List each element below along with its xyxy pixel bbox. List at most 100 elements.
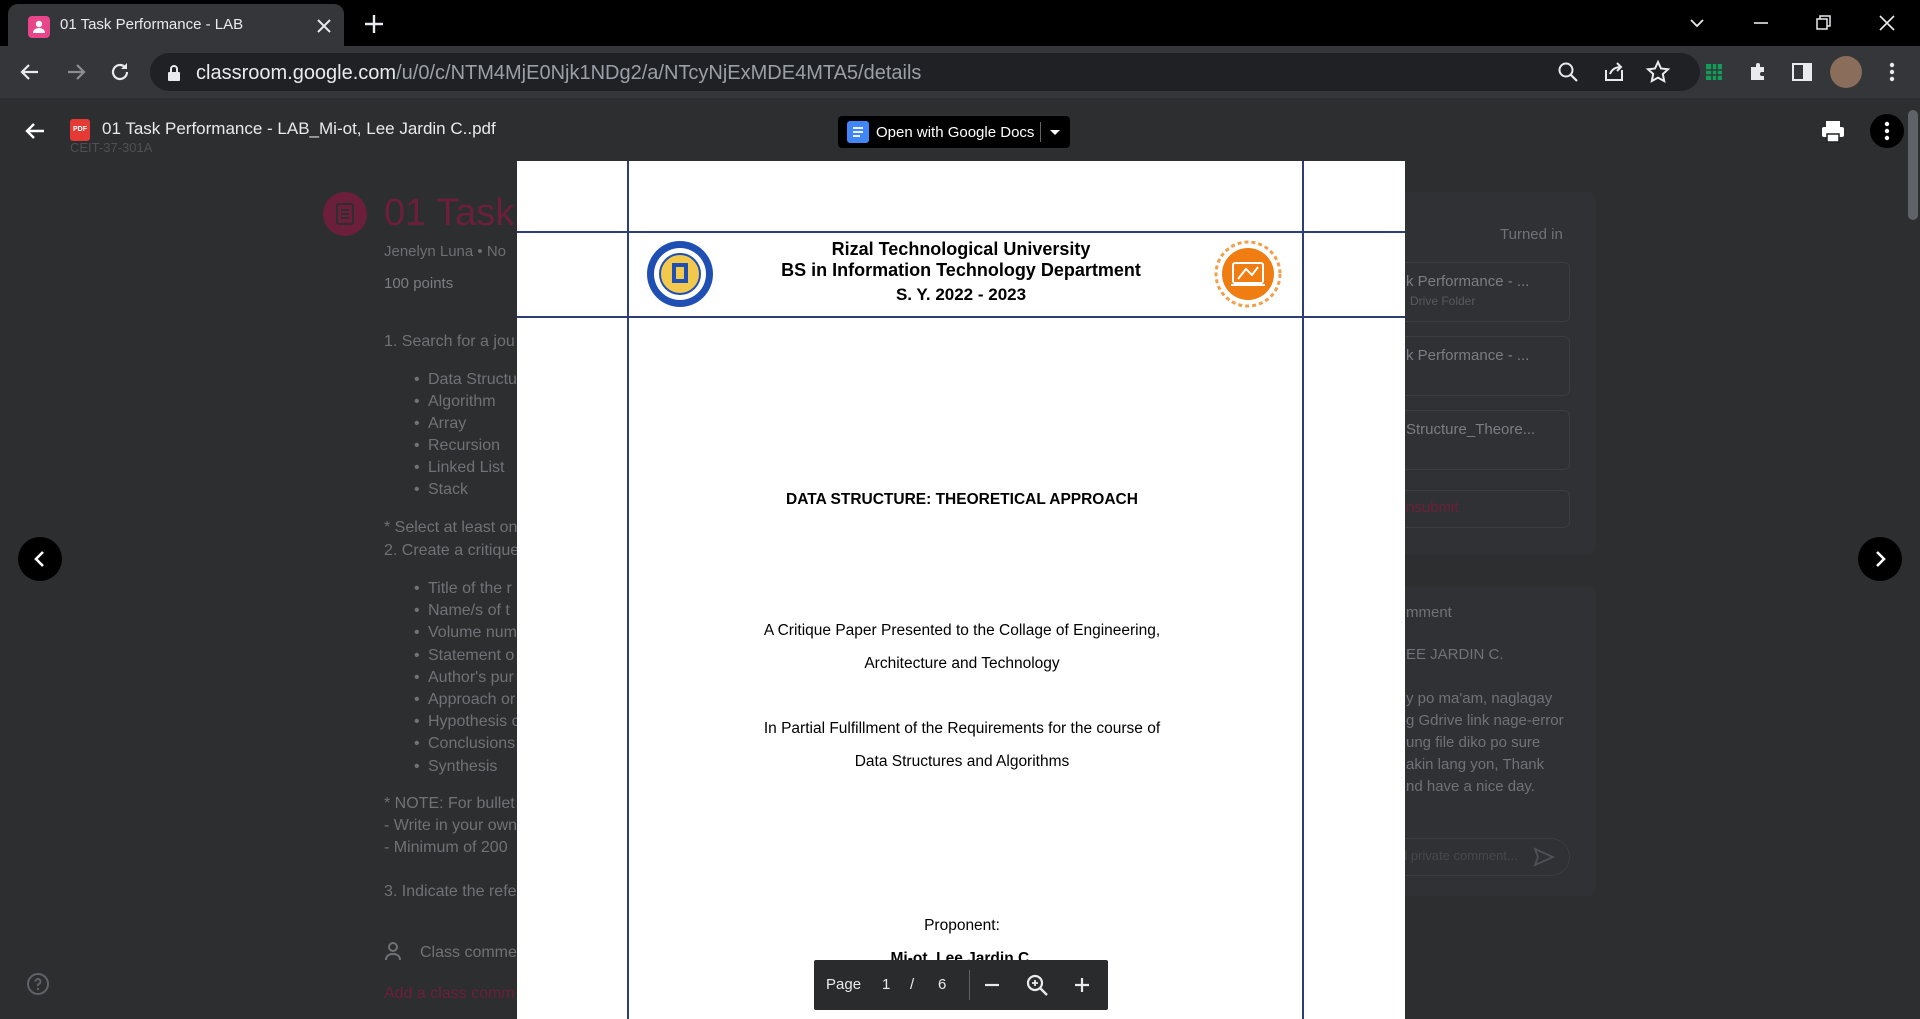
open-with-button[interactable]: Open with Google Docs (838, 116, 1070, 148)
note-min: - Minimum of 200 (384, 839, 508, 856)
next-file-button[interactable] (1858, 537, 1902, 581)
forward-icon[interactable] (62, 58, 90, 86)
instruction-2: 2. Create a critique (384, 542, 520, 559)
topic-list-item: Recursion (384, 437, 500, 455)
instruction-1: 1. Search for a jou (384, 333, 515, 350)
private-comment-placeholder: d private comment... (1400, 848, 1518, 863)
page-separator: / (910, 976, 915, 993)
turned-in-status: Turned in (1500, 226, 1563, 243)
critique-list-item: Volume num (384, 624, 517, 642)
tab-title: 01 Task Performance - LAB (60, 16, 244, 33)
google-docs-icon (847, 121, 869, 143)
back-icon[interactable] (16, 58, 44, 86)
minimize-icon[interactable] (1746, 8, 1776, 38)
attachment-1[interactable] (1386, 262, 1570, 322)
private-comment-line: y po ma'am, naglagay (1406, 690, 1553, 707)
tab-search-icon[interactable] (1682, 8, 1712, 38)
browser-tab[interactable]: 01 Task Performance - LAB (8, 4, 344, 46)
private-comment-line: akin lang yon, Thank (1406, 756, 1545, 773)
viewer-back-icon[interactable] (20, 116, 50, 146)
classroom-favicon-icon (28, 16, 50, 38)
attachment-1-sub: Drive Folder (1410, 294, 1476, 308)
side-panel-icon[interactable] (1788, 58, 1816, 86)
private-comment-line: nd have a nice day. (1406, 778, 1535, 795)
class-comments-label: Class comme (420, 944, 517, 961)
classroom-section-code: CEIT-37-301A (70, 140, 153, 155)
page-total: 6 (938, 976, 947, 993)
note-select: * Select at least on (384, 519, 518, 536)
paper-title: DATA STRUCTURE: THEORETICAL APPROACH (786, 491, 1138, 508)
private-comment-line: ung file diko po sure (1406, 734, 1541, 751)
viewer-filename: 01 Task Performance - LAB_Mi-ot, Lee Jar… (102, 119, 496, 138)
zoom-in-icon[interactable] (1070, 973, 1094, 997)
instruction-3: 3. Indicate the refe (384, 883, 517, 900)
critique-list-item: Title of the r (384, 580, 512, 598)
proponent-label: Proponent: (924, 917, 1000, 934)
close-window-icon[interactable] (1872, 8, 1902, 38)
previous-file-button[interactable] (18, 537, 62, 581)
extensions-puzzle-icon[interactable] (1744, 58, 1772, 86)
critique-line-1: A Critique Paper Presented to the Collag… (763, 622, 1161, 639)
browser-menu-icon[interactable] (1878, 58, 1906, 86)
header-rule-top (517, 231, 1405, 233)
print-icon[interactable] (1818, 116, 1848, 146)
url-path: /u/0/c/NTM4MjE0Njk1NDg2/a/NTcyNjExMDE4MT… (396, 62, 922, 84)
attachment-2-name: k Performance - ... (1406, 347, 1530, 364)
assignment-icon (323, 192, 367, 236)
open-with-divider (1040, 122, 1041, 142)
critique-list-item: Author's pur (384, 669, 514, 687)
share-icon[interactable] (1600, 58, 1628, 86)
topic-list-item: Algorithm (384, 393, 496, 411)
reload-icon[interactable] (106, 58, 134, 86)
viewer-more-icon[interactable] (1870, 114, 1904, 148)
restore-icon[interactable] (1808, 8, 1838, 38)
attachment-2[interactable] (1386, 336, 1570, 396)
private-comment-header: mment (1406, 604, 1452, 621)
university-name: Rizal Technological University (831, 239, 1091, 259)
zoom-icon[interactable] (1554, 58, 1582, 86)
school-year: S. Y. 2022 - 2023 (895, 285, 1027, 304)
bookmark-star-icon[interactable] (1644, 58, 1672, 86)
attachment-1-name: k Performance - ... (1406, 273, 1530, 290)
page-number-input[interactable]: 1 (882, 976, 890, 993)
new-tab-icon[interactable] (360, 10, 388, 38)
open-with-label: Open with Google Docs (876, 124, 1035, 141)
critique-list-item: Conclusions (384, 735, 515, 753)
open-with-dropdown-icon[interactable] (1046, 124, 1064, 140)
zoom-out-icon[interactable] (980, 973, 1004, 997)
profile-avatar[interactable] (1830, 56, 1862, 88)
fulfillment-line-2: Data Structures and Algorithms (854, 753, 1070, 770)
private-comment-line: g Gdrive link nage-error (1406, 712, 1564, 729)
url-text: classroom.google.com/u/0/c/NTM4MjE0Njk1N… (196, 62, 921, 85)
add-class-comment-link[interactable]: Add a class comm (384, 985, 515, 1003)
attachment-3[interactable] (1386, 410, 1570, 470)
topic-list-item: Stack (384, 481, 468, 499)
header-rule-bottom (517, 316, 1405, 318)
help-icon[interactable] (26, 972, 50, 996)
zoom-magnifier-icon[interactable] (1024, 972, 1050, 998)
pdf-file-icon: PDF (70, 119, 90, 141)
fulfillment-line-1: In Partial Fulfillment of the Requiremen… (763, 720, 1161, 737)
note-own: - Write in your own (384, 817, 518, 834)
topic-list-item: Array (384, 415, 466, 433)
sheets-extension-icon[interactable] (1700, 58, 1728, 86)
department-name: BS in Information Technology Department (781, 260, 1141, 280)
people-icon (384, 940, 410, 962)
pdf-page: Rizal Technological University BS in Inf… (517, 161, 1405, 1019)
critique-list-item: Name/s of t (384, 602, 510, 620)
topic-list-item: Data Structu (384, 371, 517, 389)
lock-icon[interactable] (166, 64, 182, 82)
assignment-points: 100 points (384, 275, 454, 292)
critique-line-2: Architecture and Technology (864, 655, 1060, 672)
assignment-meta: Jenelyn Luna • No (384, 243, 506, 260)
unsubmit-label: nsubmit (1406, 499, 1459, 516)
page-toolbar: Page 1 / 6 (814, 960, 1108, 1010)
send-icon[interactable] (1532, 846, 1556, 868)
critique-list-item: Synthesis (384, 758, 497, 776)
topic-list-item: Linked List (384, 459, 505, 477)
scrollbar-thumb[interactable] (1908, 110, 1918, 220)
commenter-name: EE JARDIN C. (1406, 646, 1504, 663)
page-scrollbar[interactable] (1906, 98, 1920, 1019)
critique-list-item: Approach or (384, 691, 515, 709)
tab-close-icon[interactable] (312, 14, 336, 38)
